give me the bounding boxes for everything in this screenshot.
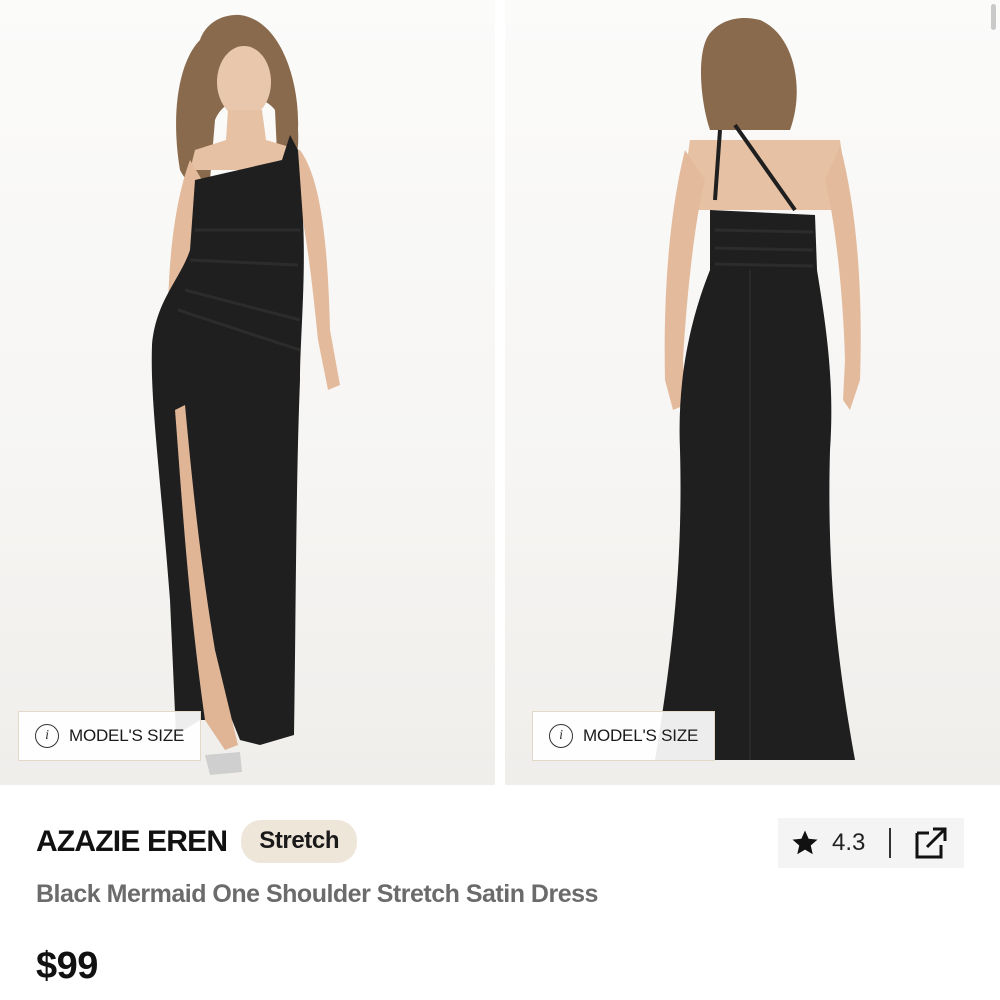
scroll-indicator[interactable] <box>991 4 996 30</box>
external-link-icon[interactable] <box>913 825 949 861</box>
rating-value[interactable]: 4.3 <box>832 829 865 857</box>
dress-front-illustration <box>151 14 340 775</box>
brand-row: AZAZIE EREN Stretch <box>36 820 358 863</box>
model-size-button[interactable]: i MODEL'S SIZE <box>532 711 716 761</box>
brand-name[interactable]: AZAZIE EREN <box>36 825 228 859</box>
star-icon <box>792 830 818 855</box>
rating-share-bar: 4.3 <box>778 818 964 868</box>
image-gallery: i MODEL'S SIZE i MODEL'S SIZE <box>0 0 1000 785</box>
dress-back-illustration <box>655 18 861 760</box>
product-name: Black Mermaid One Shoulder Stretch Satin… <box>36 880 598 908</box>
stretch-tag: Stretch <box>241 820 358 863</box>
model-size-label: MODEL'S SIZE <box>69 726 185 745</box>
product-photo-front[interactable]: i MODEL'S SIZE <box>0 0 495 785</box>
product-page: i MODEL'S SIZE i MODEL'S SIZE AZAZIE ERE… <box>0 0 1000 1000</box>
model-size-button[interactable]: i MODEL'S SIZE <box>18 711 202 761</box>
model-size-label: MODEL'S SIZE <box>583 726 699 745</box>
product-price: $99 <box>36 945 98 987</box>
info-icon: i <box>35 724 59 748</box>
info-icon: i <box>549 724 573 748</box>
product-photo-back[interactable]: i MODEL'S SIZE <box>505 0 1000 785</box>
divider <box>889 828 892 858</box>
